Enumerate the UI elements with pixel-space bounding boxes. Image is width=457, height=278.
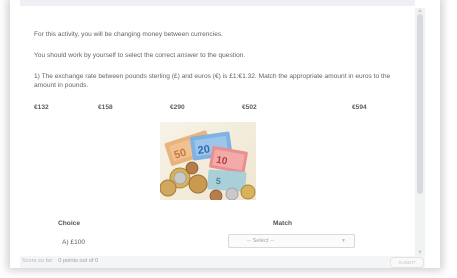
euro-amount-option[interactable]: €158 <box>98 104 113 111</box>
intro-text: For this activity, you will be changing … <box>34 31 223 38</box>
euro-amount-option[interactable]: €132 <box>34 104 49 111</box>
score-label: Score so far: <box>22 258 54 264</box>
euro-money-photo: 50 20 10 5 <box>160 122 256 200</box>
activity-footer: Score so far: 0 points out of 0 SUBMIT <box>20 256 425 268</box>
euro-amount-option[interactable]: €290 <box>170 104 185 111</box>
choice-label-a: A) £100 <box>62 239 86 246</box>
instruction-text: You should work by yourself to select th… <box>34 52 246 59</box>
match-select-a[interactable]: -- Select -- ▼ <box>228 234 355 248</box>
chevron-down-icon: ▼ <box>341 238 346 244</box>
euro-amount-option[interactable]: €502 <box>242 104 257 111</box>
svg-text:5: 5 <box>215 176 221 186</box>
question-text: 1) The exchange rate between pounds ster… <box>34 73 391 89</box>
vertical-scrollbar[interactable]: ▲ ▼ <box>415 8 425 256</box>
choice-column-header: Choice <box>58 220 80 227</box>
scrollbar-thumb[interactable] <box>417 14 423 194</box>
euro-amount-option[interactable]: €594 <box>352 104 367 111</box>
submit-button[interactable]: SUBMIT <box>390 257 424 268</box>
score-readout: Score so far: 0 points out of 0 <box>22 258 98 264</box>
score-value: 0 points out of 0 <box>58 258 99 264</box>
window-top-strip <box>20 0 415 6</box>
svg-text:20: 20 <box>197 143 211 157</box>
match-column-header: Match <box>273 220 293 227</box>
select-placeholder: -- Select -- <box>247 238 275 244</box>
activity-content: For this activity, you will be changing … <box>20 8 415 256</box>
